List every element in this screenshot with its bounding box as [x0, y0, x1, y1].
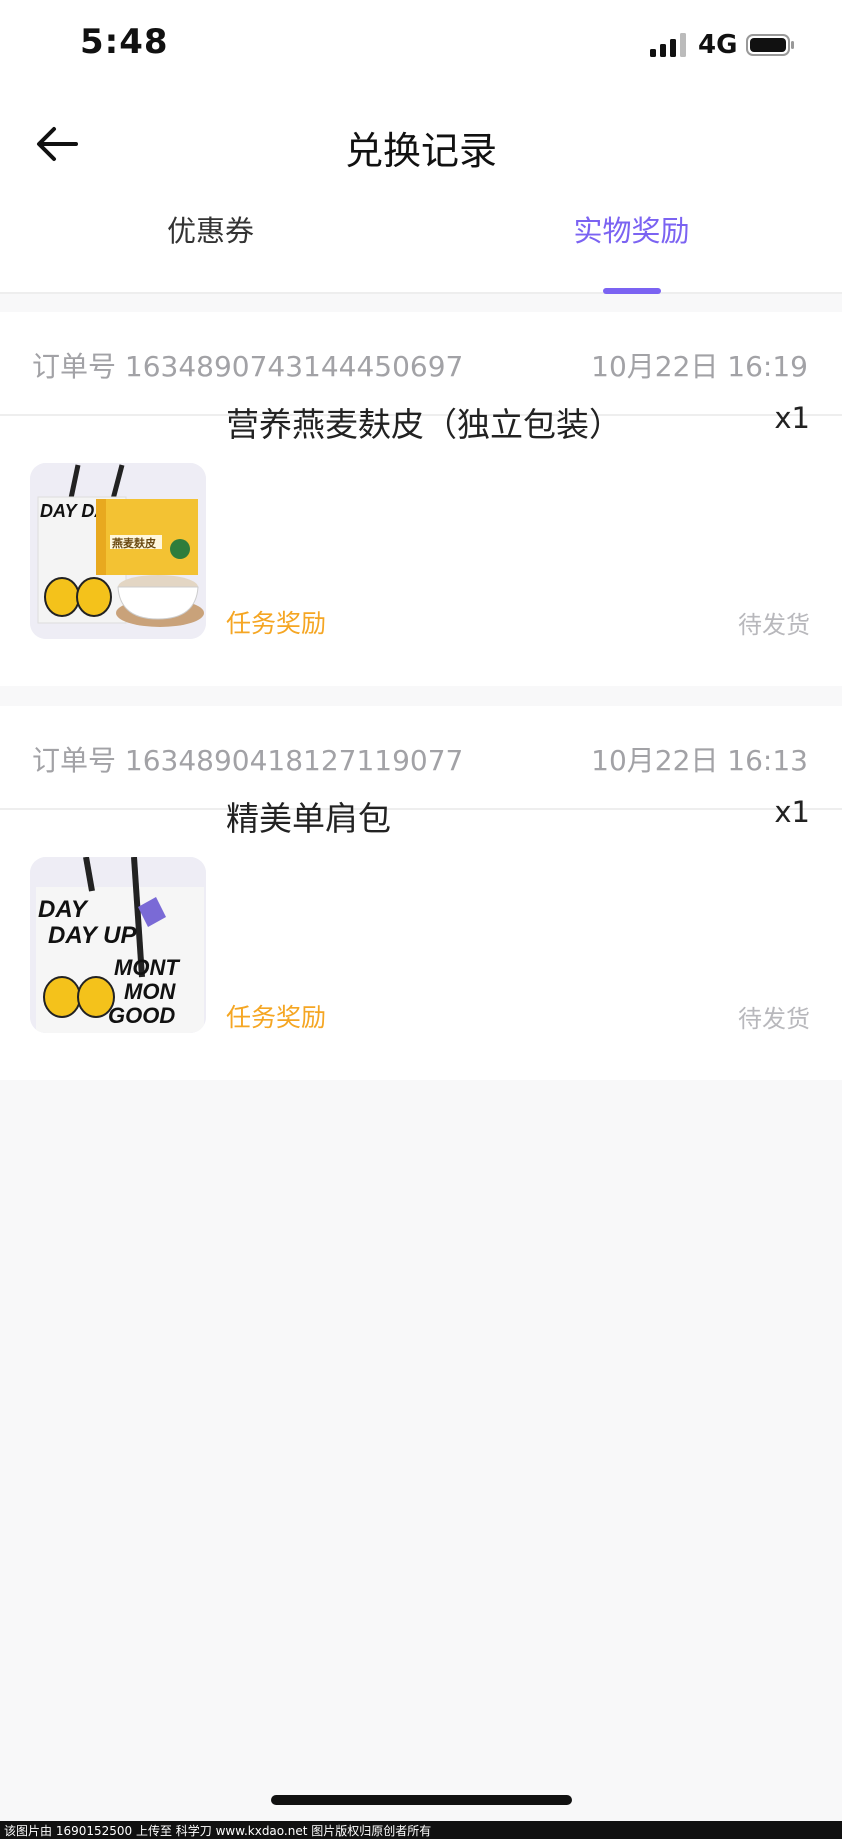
tab-coupons[interactable]: 优惠券: [0, 208, 421, 250]
order-card[interactable]: 订单号 1634890743144450697 10月22日 16:19 DAY…: [0, 312, 842, 686]
order-time: 10月22日 16:13: [591, 744, 808, 777]
product-name: 营养燕麦麸皮（独立包装）: [226, 405, 622, 444]
watermark-bar: 该图片由 1690152500 上传至 科学刀 www.kxdao.net 图片…: [0, 1821, 842, 1839]
reward-tag: 任务奖励: [226, 1003, 327, 1032]
watermark-text: 该图片由 1690152500 上传至 科学刀 www.kxdao.net 图片…: [4, 1824, 432, 1838]
product-photo: DAY DAY UP MONT MON GOOD: [30, 857, 206, 1033]
order-card[interactable]: 订单号 1634890418127119077 10月22日 16:13 DAY…: [0, 706, 842, 1080]
status-bar: 5:48 4G: [0, 0, 842, 92]
product-quantity: x1: [774, 401, 810, 435]
order-time: 10月22日 16:19: [591, 350, 808, 383]
product-image[interactable]: DAY DAY UP MONT MON GOOD: [30, 857, 206, 1033]
reward-tag: 任务奖励: [226, 609, 327, 638]
product-quantity: x1: [774, 795, 810, 829]
bag-text: DAY UP: [48, 922, 137, 949]
battery-icon: [746, 34, 794, 56]
bag-text: MONT: [114, 955, 180, 980]
order-number: 订单号 1634890743144450697: [32, 350, 464, 383]
product-name: 精美单肩包: [226, 799, 391, 838]
active-tab-indicator: [603, 288, 661, 294]
status-time: 5:48: [80, 22, 169, 62]
bag-text: GOOD: [108, 1003, 175, 1028]
bag-text: MON: [124, 979, 176, 1004]
order-status: 待发货: [738, 1005, 810, 1033]
network-label: 4G: [698, 30, 738, 60]
tab-physical-rewards[interactable]: 实物奖励: [421, 208, 842, 250]
box-label: 燕麦麸皮: [112, 536, 156, 550]
home-indicator: [271, 1795, 572, 1805]
product-photo: DAY DAY 燕麦麸皮: [30, 463, 206, 639]
signal-icon: [650, 33, 686, 57]
order-number: 订单号 1634890418127119077: [32, 744, 464, 777]
order-header: 订单号 1634890418127119077 10月22日 16:13: [0, 706, 842, 810]
page-title: 兑换记录: [344, 129, 497, 173]
product-image[interactable]: DAY DAY 燕麦麸皮: [30, 463, 206, 639]
order-status: 待发货: [738, 611, 810, 639]
nav-bar: 兑换记录: [0, 92, 842, 196]
bag-text: DAY: [38, 896, 89, 923]
tab-bar: 优惠券 实物奖励: [0, 196, 842, 294]
